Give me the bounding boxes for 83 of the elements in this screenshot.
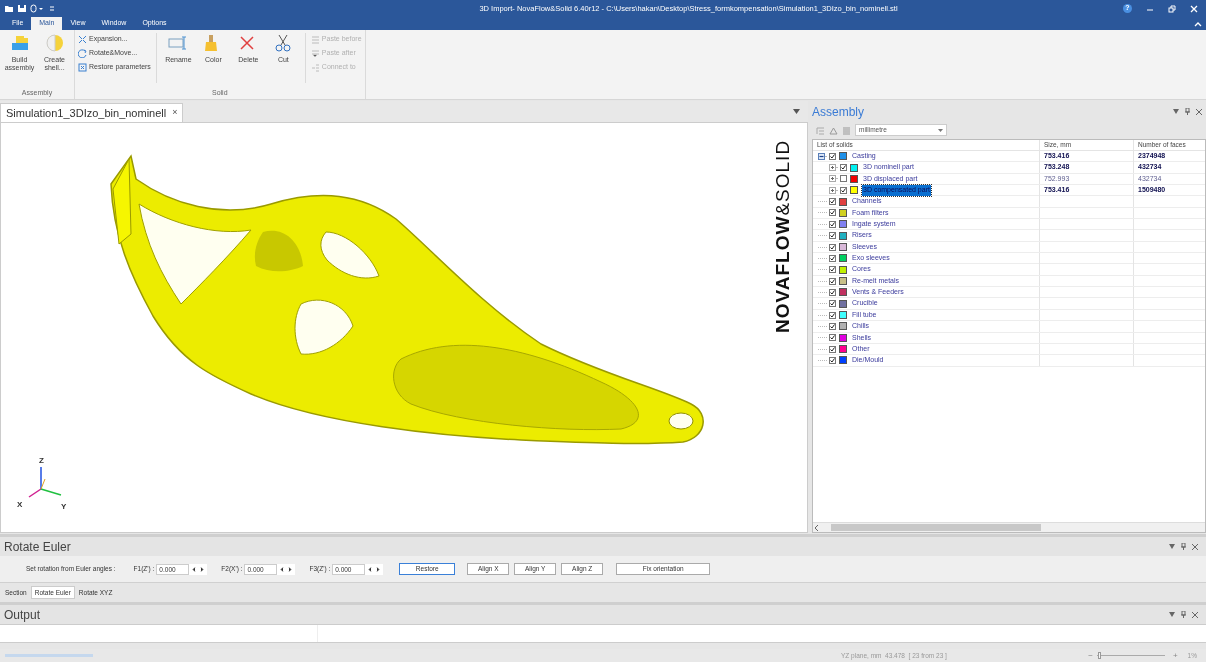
scrollbar-thumb[interactable] <box>831 524 1041 531</box>
dropdown-icon[interactable] <box>793 109 800 114</box>
color-swatch[interactable] <box>839 356 847 365</box>
close-button[interactable]: × <box>172 106 178 120</box>
checkbox[interactable] <box>829 334 836 342</box>
zoom-slider-thumb[interactable] <box>1098 652 1102 659</box>
checkbox[interactable] <box>829 243 836 251</box>
axis-label: Z <box>39 455 44 467</box>
dropdown-icon[interactable] <box>1169 544 1175 549</box>
expand-icon[interactable] <box>829 164 838 172</box>
mouse-icon[interactable] <box>30 4 46 13</box>
collapse-ribbon-icon[interactable] <box>1194 20 1202 28</box>
checkbox[interactable] <box>829 322 836 330</box>
color-swatch[interactable] <box>839 277 847 286</box>
expand-icon[interactable] <box>829 175 838 183</box>
spin-arrows-icon[interactable] <box>277 563 296 575</box>
color-swatch[interactable] <box>839 254 847 263</box>
restore-box-icon <box>78 63 87 72</box>
checkbox[interactable] <box>829 266 836 274</box>
color-swatch[interactable] <box>839 322 847 331</box>
close-icon[interactable] <box>1192 543 1198 550</box>
color-swatch[interactable] <box>839 220 847 229</box>
checkbox[interactable] <box>829 300 836 308</box>
color-swatch[interactable] <box>839 299 847 308</box>
half-circle-icon <box>43 33 66 53</box>
checkbox[interactable] <box>829 152 836 160</box>
pin-icon[interactable] <box>1181 543 1186 550</box>
scroll-left-icon[interactable] <box>813 523 821 532</box>
checkbox[interactable] <box>829 209 836 217</box>
checkbox[interactable] <box>829 288 836 296</box>
checkbox[interactable] <box>829 220 836 228</box>
document-tab[interactable]: Simulation1_3DIzo_bin_nominell × <box>0 103 184 122</box>
save-icon[interactable] <box>17 4 27 13</box>
dropdown-icon[interactable] <box>1169 612 1175 617</box>
axis-label: Y <box>61 501 67 513</box>
customize-icon[interactable] <box>49 4 55 13</box>
open-icon[interactable] <box>4 4 14 13</box>
lines-icon <box>310 63 320 72</box>
expand-icon[interactable] <box>829 186 838 194</box>
checkbox[interactable] <box>829 232 836 240</box>
spin-arrows-icon[interactable] <box>189 563 208 575</box>
color-swatch[interactable] <box>839 345 847 354</box>
color-swatch[interactable] <box>839 288 847 297</box>
document-tab-label: Simulation1_3DIzo_bin_nominell <box>6 105 167 121</box>
color-swatch[interactable] <box>839 231 847 240</box>
color-swatch[interactable] <box>850 186 858 195</box>
viewport[interactable]: NOVAFLOW&SOLID Z X Y <box>0 122 808 533</box>
checkbox[interactable] <box>840 164 847 172</box>
dropdown-icon[interactable] <box>1173 109 1179 114</box>
color-swatch[interactable] <box>839 243 847 251</box>
checkbox[interactable] <box>840 186 847 194</box>
color-swatch[interactable] <box>839 152 847 161</box>
pin-icon[interactable] <box>1181 611 1186 618</box>
rotate-icon <box>78 49 87 58</box>
panel-title: Output <box>4 606 41 624</box>
spin-arrows-icon[interactable] <box>365 563 384 575</box>
close-icon[interactable] <box>1196 108 1202 115</box>
checkbox[interactable] <box>829 198 836 206</box>
axis-label: X <box>17 499 23 511</box>
pin-icon[interactable] <box>1185 108 1190 115</box>
checkbox[interactable] <box>829 277 836 285</box>
color-swatch[interactable] <box>839 311 847 320</box>
checkbox[interactable] <box>829 345 836 353</box>
panel-title: Assembly <box>812 103 864 121</box>
color-swatch[interactable] <box>839 197 847 206</box>
close-icon[interactable] <box>1192 611 1198 618</box>
color-swatch[interactable] <box>839 265 847 274</box>
panel-title: Rotate Euler <box>4 538 71 556</box>
color-swatch[interactable] <box>839 208 847 217</box>
color-swatch[interactable] <box>839 333 847 342</box>
checkbox[interactable] <box>829 254 836 262</box>
brand-logo: NOVAFLOW&SOLID <box>773 138 793 333</box>
checkbox[interactable] <box>840 175 847 183</box>
expand-arrows-icon <box>78 35 87 44</box>
collapse-icon[interactable] <box>818 152 827 160</box>
lines-icon <box>310 35 320 44</box>
checkbox[interactable] <box>829 356 836 364</box>
checkbox[interactable] <box>829 311 836 319</box>
color-swatch[interactable] <box>850 163 858 172</box>
caret-icon <box>938 128 943 132</box>
restore-icon[interactable] <box>1168 4 1176 13</box>
color-swatch[interactable] <box>850 174 858 183</box>
lines-icon <box>310 49 320 58</box>
